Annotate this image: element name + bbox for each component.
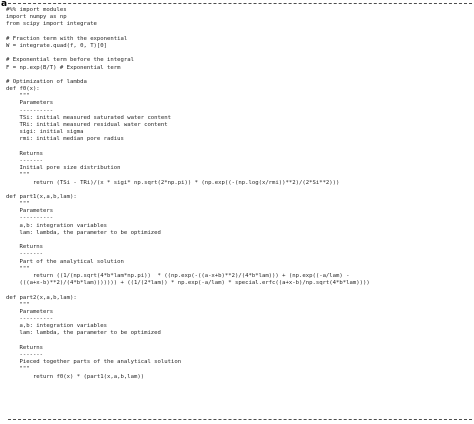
top-dashed-rule <box>8 3 472 4</box>
code-line: ------- <box>6 251 44 258</box>
code-line: return (TSi - TRi)/(x * sigi* np.sqrt(2*… <box>6 179 340 186</box>
code-line: Parameters <box>6 208 54 215</box>
code-line: Parameters <box>6 100 54 107</box>
code-line: rmi: initial median pore radius <box>6 136 124 143</box>
code-line: """ <box>6 201 30 208</box>
code-line: Returns <box>6 344 44 351</box>
code-line: return f0(x) * (part1(x,a,b,lam)) <box>6 373 145 380</box>
code-line: """ <box>6 93 30 100</box>
code-line: return ((1/(np.sqrt(4*b*lam*np.pi)) * ((… <box>6 272 350 279</box>
code-line: lam: lambda, the parameter to be optimiz… <box>6 229 161 236</box>
code-line: Parameters <box>6 308 54 315</box>
figure-panel: a #%% import modules import numpy as np fr… <box>0 0 474 424</box>
code-line: a,b: integration variables <box>6 323 108 330</box>
code-line: TRi: initial measured residual water con… <box>6 122 168 128</box>
code-line: """ <box>6 172 30 179</box>
code-line: """ <box>6 366 30 373</box>
code-line: W = integrate.quad(f, 0, T)[0] <box>6 42 108 49</box>
code-line: Returns <box>6 244 44 251</box>
code-line: Pieced together parts of the analytical … <box>6 359 182 366</box>
code-line: from scipy import integrate <box>6 21 97 28</box>
code-line: ------- <box>6 352 44 358</box>
code-line: Returns <box>6 150 44 157</box>
code-line: # Fraction term with the exponential <box>6 35 128 42</box>
code-line: F = np.exp(B/T) # Exponential term <box>6 64 121 71</box>
code-listing: #%% import modules import numpy as np from… <box>6 7 470 381</box>
code-line: def part2(x,a,b,lam): <box>6 294 77 301</box>
code-line: TSi: initial measured saturated water co… <box>6 114 172 121</box>
code-line: Initial pore size distribution <box>6 165 121 172</box>
code-line: """ <box>6 265 30 272</box>
bottom-dashed-rule <box>8 419 472 420</box>
code-line: ---------- <box>6 107 54 114</box>
code-line: ------- <box>6 157 44 164</box>
code-line: (((a+x-b)**2)/(4*b*lam))))))) + ((1/(2*l… <box>6 280 370 287</box>
code-line: ---------- <box>6 215 54 222</box>
code-line: sigi: initial sigma <box>6 129 84 136</box>
code-line: # Exponential term before the integral <box>6 57 134 64</box>
code-line: def part1(x,a,b,lam): <box>6 193 77 200</box>
code-line: Part of the analytical solution <box>6 258 124 265</box>
code-line: ---------- <box>6 316 54 323</box>
code-line: """ <box>6 301 30 308</box>
code-line: import numpy as np <box>6 14 67 21</box>
code-line: def f0(x): <box>6 86 40 93</box>
code-line: a,b: integration variables <box>6 222 108 229</box>
code-line: # Optimization of lambda <box>6 78 87 85</box>
code-line: lam: lambda, the parameter to be optimiz… <box>6 330 161 337</box>
code-line: #%% import modules <box>6 7 67 13</box>
